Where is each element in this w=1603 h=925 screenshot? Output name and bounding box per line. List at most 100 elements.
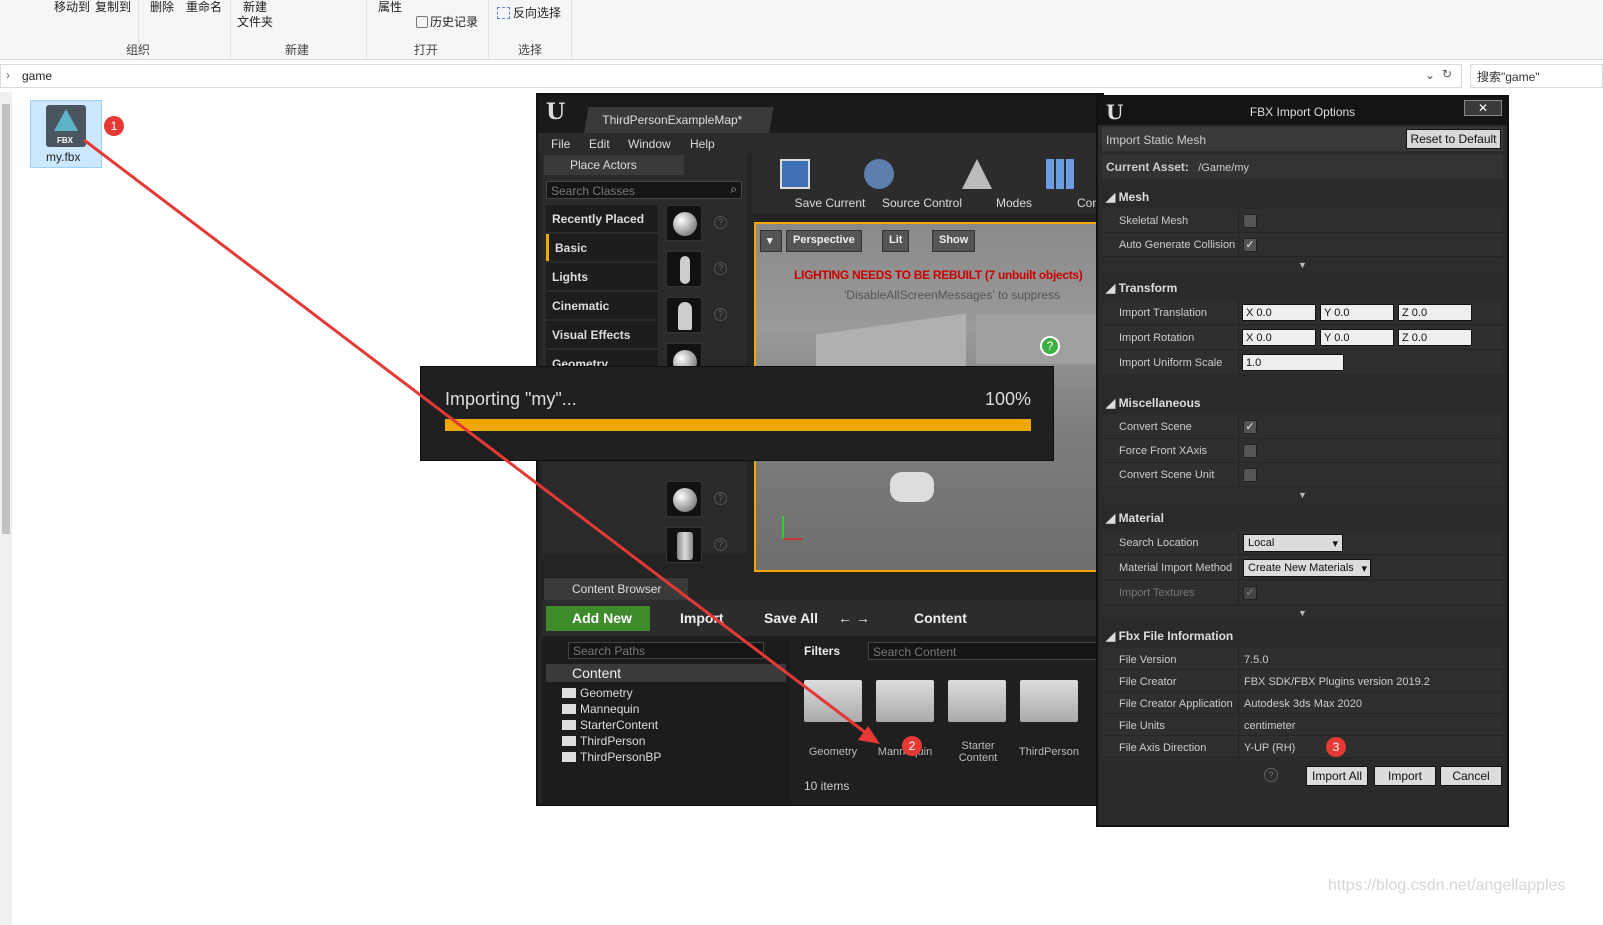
expand-advanced-icon[interactable]: ▼ <box>1102 258 1503 272</box>
modes-button[interactable]: Modes <box>942 153 1032 213</box>
menu-file[interactable]: File <box>551 137 570 151</box>
history-button[interactable]: 历史记录 <box>416 13 478 30</box>
search-location-dropdown[interactable]: Local ▾ <box>1243 534 1343 552</box>
tree-item-thirdpersonbp[interactable]: ThirdPersonBP <box>562 750 661 764</box>
tree-item-geometry[interactable]: Geometry <box>562 686 633 700</box>
help-icon[interactable]: ? <box>714 492 727 505</box>
actor-thumb[interactable] <box>666 481 702 517</box>
tree-item-thirdperson[interactable]: ThirdPerson <box>562 734 645 748</box>
scrollbar-thumb[interactable] <box>2 104 10 534</box>
place-actors-tab[interactable]: Place Actors <box>544 155 684 175</box>
menu-window[interactable]: Window <box>628 137 671 151</box>
expand-advanced-icon[interactable]: ▼ <box>1102 606 1503 620</box>
cancel-button[interactable]: Cancel <box>1440 766 1502 786</box>
rotation-y-field[interactable]: Y 0.0 <box>1320 329 1394 346</box>
move-to-button[interactable]: 移动到 <box>54 0 90 15</box>
invert-selection-button[interactable]: 反向选择 <box>497 4 561 21</box>
search-content-input[interactable]: Search Content <box>868 642 1100 660</box>
save-current-button[interactable]: Save Current <box>756 153 865 213</box>
address-bar[interactable]: › game ⌄ ↻ <box>0 64 1462 88</box>
menu-edit[interactable]: Edit <box>589 137 610 151</box>
section-fbx-file-information[interactable]: ◢ Fbx File Information <box>1102 624 1503 646</box>
asset-folder-mannequin[interactable] <box>876 680 934 722</box>
current-asset-label: Current Asset: <box>1106 160 1189 174</box>
rotation-z-field[interactable]: Z 0.0 <box>1398 329 1472 346</box>
section-material[interactable]: ◢ Material <box>1102 506 1503 528</box>
help-icon[interactable]: ? <box>714 308 727 321</box>
viewport-options-button[interactable]: ▾ <box>760 230 782 252</box>
rotation-x-field[interactable]: X 0.0 <box>1242 329 1316 346</box>
content-button[interactable]: Content <box>1024 153 1119 213</box>
section-transform[interactable]: ◢ Transform <box>1102 276 1503 298</box>
source-control-button[interactable]: Source Control <box>836 153 962 213</box>
tree-item-mannequin[interactable]: Mannequin <box>562 702 639 716</box>
map-tab[interactable]: ThirdPersonExampleMap* <box>584 107 774 133</box>
expand-advanced-icon[interactable]: ▼ <box>1102 488 1503 502</box>
content-browser-tab[interactable]: Content Browser <box>544 578 688 600</box>
lit-button[interactable]: Lit <box>882 230 910 252</box>
asset-folder-starter-content[interactable] <box>948 680 1006 722</box>
reset-to-default-button[interactable]: Reset to Default <box>1406 129 1501 149</box>
import-button[interactable]: Import <box>680 610 724 626</box>
category-visual-effects[interactable]: Visual Effects <box>546 321 658 348</box>
step-badge-3: 3 <box>1326 737 1346 757</box>
player-start-icon[interactable]: ? <box>1040 336 1060 356</box>
fbx-file-item[interactable]: FBX my.fbx <box>30 100 102 168</box>
help-icon[interactable]: ? <box>714 262 727 275</box>
category-cinematic[interactable]: Cinematic <box>546 292 658 319</box>
chevron-down-icon[interactable]: ⌄ <box>1425 68 1435 82</box>
actor-thumb[interactable] <box>666 527 702 563</box>
uniform-scale-field[interactable]: 1.0 <box>1242 354 1344 371</box>
section-mesh[interactable]: ◢ Mesh <box>1102 185 1503 207</box>
help-icon[interactable]: ? <box>1264 768 1278 782</box>
section-miscellaneous[interactable]: ◢ Miscellaneous <box>1102 391 1503 413</box>
material-import-method-dropdown[interactable]: Create New Materials ▾ <box>1243 559 1371 577</box>
properties-button[interactable]: 属性 <box>378 0 402 15</box>
import-button[interactable]: Import <box>1374 766 1436 786</box>
actor-thumb[interactable] <box>666 251 702 287</box>
translation-y-field[interactable]: Y 0.0 <box>1320 304 1394 321</box>
search-classes-placeholder: Search Classes <box>551 184 636 198</box>
search-input[interactable]: 搜索"game" <box>1470 64 1603 88</box>
sphere-icon <box>673 212 697 236</box>
auto-collision-checkbox[interactable]: ✓ <box>1243 238 1257 252</box>
translation-z-field[interactable]: Z 0.0 <box>1398 304 1472 321</box>
back-forward-icon[interactable]: ← → <box>838 610 870 626</box>
unreal-logo-icon: U <box>1106 100 1124 124</box>
search-classes-input[interactable]: Search Classes ⌕ <box>546 181 742 199</box>
copy-to-button[interactable]: 复制到 <box>95 0 131 15</box>
tree-item-label: Mannequin <box>580 702 640 716</box>
tree-item-startercontent[interactable]: StarterContent <box>562 718 658 732</box>
category-recently-placed[interactable]: Recently Placed <box>546 205 658 232</box>
skeletal-mesh-checkbox[interactable] <box>1243 214 1257 228</box>
close-button[interactable]: ✕ <box>1464 100 1502 116</box>
delete-button[interactable]: 删除 <box>150 0 174 15</box>
save-all-button[interactable]: Save All <box>764 610 818 626</box>
breadcrumb-content[interactable]: Content <box>914 610 967 626</box>
asset-label: ThirdPerson <box>1019 746 1079 758</box>
filters-button[interactable]: Filters <box>804 644 840 658</box>
refresh-icon[interactable]: ↻ <box>1442 67 1452 81</box>
help-icon[interactable]: ? <box>714 216 727 229</box>
search-paths-input[interactable]: Search Paths <box>568 642 764 659</box>
category-lights[interactable]: Lights <box>546 263 658 290</box>
asset-folder-geometry[interactable] <box>804 680 862 722</box>
actor-thumb[interactable] <box>666 297 702 333</box>
actor-thumb[interactable] <box>666 205 702 241</box>
help-icon[interactable]: ? <box>714 538 727 551</box>
show-button[interactable]: Show <box>932 230 976 252</box>
convert-scene-unit-checkbox[interactable] <box>1243 468 1257 482</box>
rename-button[interactable]: 重命名 <box>186 0 222 15</box>
menu-help[interactable]: Help <box>690 137 715 151</box>
asset-folder-thirdperson[interactable] <box>1020 680 1078 722</box>
tree-root-row[interactable]: Content <box>546 664 786 682</box>
import-all-button[interactable]: Import All <box>1306 766 1368 786</box>
translation-x-field[interactable]: X 0.0 <box>1242 304 1316 321</box>
add-new-button[interactable]: Add New <box>546 606 650 631</box>
perspective-button[interactable]: Perspective <box>786 230 862 252</box>
scrollbar[interactable] <box>0 92 12 925</box>
category-basic[interactable]: Basic <box>546 234 658 261</box>
convert-scene-checkbox[interactable]: ✓ <box>1243 420 1257 434</box>
force-front-xaxis-checkbox[interactable] <box>1243 444 1257 458</box>
new-folder-button-line2[interactable]: 文件夹 <box>237 13 273 30</box>
